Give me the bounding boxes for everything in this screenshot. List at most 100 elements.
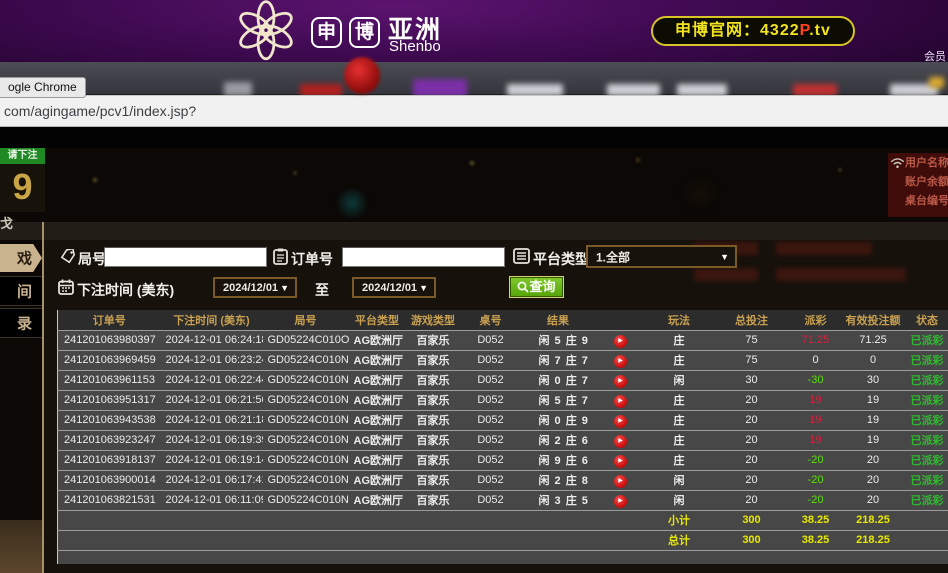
play-video-button[interactable]: ▶ (614, 395, 627, 408)
order-input[interactable] (342, 247, 505, 267)
table-row: 241201063951317 2024-12-01 06:21:56 GD05… (58, 390, 948, 410)
cell-total-bet: 20 (713, 410, 791, 430)
table-row: 241201063918137 2024-12-01 06:19:14 GD05… (58, 450, 948, 470)
clipped-text-fragment: 戈 (0, 213, 13, 232)
play-video-button[interactable]: ▶ (614, 335, 627, 348)
cell-time: 2024-12-01 06:22:44 (161, 370, 263, 390)
official-site-badge[interactable]: 申博官网：4322P.tv (651, 16, 855, 46)
cell-total-bet: 30 (713, 370, 791, 390)
bet-prompt-badge: 请下注 (0, 148, 45, 164)
cell-payout: 19 (791, 390, 841, 410)
col-time: 下注时间 (美东) (161, 310, 263, 330)
col-result: 结果 (521, 310, 596, 330)
col-platform: 平台类型 (349, 310, 406, 330)
account-username-label: 用户名称 (905, 155, 948, 172)
total-total-bet: 300 (713, 530, 791, 550)
search-button[interactable]: 查询 (509, 276, 564, 298)
sidebar-tab-2[interactable]: 间 (0, 276, 42, 306)
countdown-number: 9 (0, 164, 45, 210)
cell-video: ▶ (596, 350, 646, 370)
cell-valid-bet: 19 (841, 410, 906, 430)
cell-valid-bet: 20 (841, 450, 906, 470)
col-valid-bet: 有效投注额 (841, 310, 906, 330)
logo-subtitle: Shenbo (389, 38, 441, 55)
sidebar-tab-records[interactable]: 录 (0, 308, 42, 338)
cell-game: 百家乐 (406, 430, 461, 450)
total-payout: 38.25 (791, 530, 841, 550)
date-from-select[interactable]: 2024/12/01 ▼ (213, 277, 297, 298)
cell-order: 241201063918137 (58, 450, 161, 470)
table-row: 241201063961153 2024-12-01 06:22:44 GD05… (58, 370, 948, 390)
play-video-button[interactable]: ▶ (614, 355, 627, 368)
cell-result: 闲 2 庄 6 (521, 430, 596, 450)
red-orb-decoration (344, 57, 380, 94)
cell-game: 百家乐 (406, 490, 461, 510)
play-video-button[interactable]: ▶ (614, 495, 627, 508)
col-order: 订单号 (58, 310, 161, 330)
cell-platform: AG欧洲厅 (349, 390, 406, 410)
play-video-button[interactable]: ▶ (614, 475, 627, 488)
background-bleed (776, 242, 872, 255)
cell-status: 已派彩 (906, 430, 948, 450)
cell-platform: AG欧洲厅 (349, 350, 406, 370)
cell-round: GD05224C010NZ (263, 350, 349, 370)
cell-game: 百家乐 (406, 370, 461, 390)
divider-strip (0, 127, 948, 148)
play-video-button[interactable]: ▶ (614, 375, 627, 388)
platform-list-icon (513, 248, 530, 264)
sidebar-rail (42, 222, 44, 573)
cell-table: D052 (461, 330, 521, 350)
account-balance-label: 账户余额 (905, 174, 948, 191)
col-table: 桌号 (461, 310, 521, 330)
cell-round: GD05224C010NJ (263, 490, 349, 510)
cell-round: GD05224C010NY (263, 370, 349, 390)
date-from-value: 2024/12/01 (223, 282, 278, 294)
background-bleed (694, 268, 758, 281)
url-text[interactable]: com/agingame/pcv1/index.jsp? (4, 103, 196, 119)
play-video-button[interactable]: ▶ (614, 455, 627, 468)
play-video-button[interactable]: ▶ (614, 435, 627, 448)
play-video-button[interactable]: ▶ (614, 415, 627, 428)
col-video (596, 310, 646, 330)
sidebar: 戏 间 录 (0, 240, 42, 573)
platform-select[interactable]: 1.全部 ▼ (586, 245, 737, 268)
cell-video: ▶ (596, 470, 646, 490)
round-label: 局号 (78, 249, 106, 269)
nav-badge-blurred (929, 77, 944, 88)
cell-round: GD05224C010NX (263, 390, 349, 410)
sidebar-tab-game[interactable]: 戏 (0, 244, 42, 272)
cell-table: D052 (461, 410, 521, 430)
cell-platform: AG欧洲厅 (349, 450, 406, 470)
cell-game: 百家乐 (406, 470, 461, 490)
logo-char-shen: 申 (311, 17, 342, 48)
url-bar[interactable]: com/agingame/pcv1/index.jsp? (0, 95, 948, 127)
total-valid-bet: 218.25 (841, 530, 906, 550)
cell-order: 241201063821531 (58, 490, 161, 510)
table-row: 241201063969459 2024-12-01 06:23:24 GD05… (58, 350, 948, 370)
cell-status: 已派彩 (906, 330, 948, 350)
bet-time-label: 下注时间 (美东) (77, 280, 174, 300)
cell-play: 闲 (646, 470, 713, 490)
table-row: 241201063821531 2024-12-01 06:11:09 GD05… (58, 490, 948, 510)
cell-result: 闲 3 庄 5 (521, 490, 596, 510)
panel-top-strip (0, 222, 948, 240)
nav-item-blurred[interactable] (224, 82, 252, 96)
cell-table: D052 (461, 470, 521, 490)
round-input[interactable] (104, 247, 267, 267)
col-game: 游戏类型 (406, 310, 461, 330)
records-panel: 局号 订单号 平台类型 1.全部 ▼ 下注时间 (美东) 2024/12/01 (44, 240, 948, 573)
to-label: 至 (315, 280, 329, 300)
cell-result: 闲 0 庄 9 (521, 410, 596, 430)
search-button-label: 查询 (529, 279, 555, 294)
cell-video: ▶ (596, 410, 646, 430)
cell-payout: -20 (791, 450, 841, 470)
cell-result: 闲 0 庄 7 (521, 370, 596, 390)
cell-table: D052 (461, 430, 521, 450)
cell-platform: AG欧洲厅 (349, 370, 406, 390)
cell-result: 闲 7 庄 7 (521, 350, 596, 370)
cell-total-bet: 75 (713, 350, 791, 370)
cell-play: 庄 (646, 450, 713, 470)
cell-total-bet: 20 (713, 470, 791, 490)
caret-down-icon: ▼ (280, 283, 289, 293)
date-to-select[interactable]: 2024/12/01 ▼ (352, 277, 436, 298)
